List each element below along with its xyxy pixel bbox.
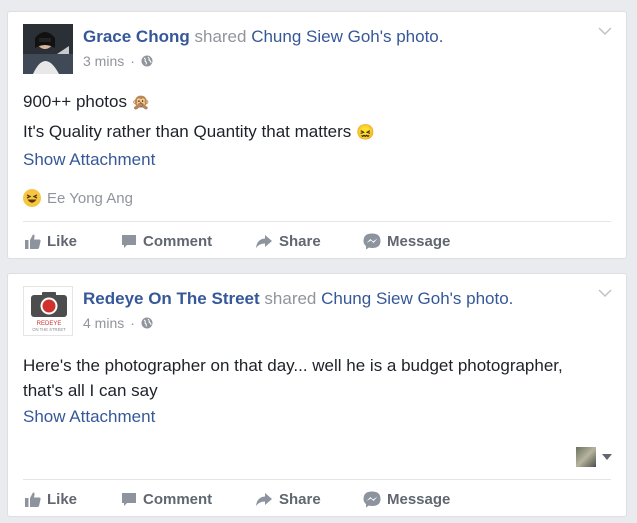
post-header: Grace Chong shared Chung Siew Goh's phot… (23, 23, 614, 75)
like-button[interactable]: Like (25, 491, 77, 508)
avatar[interactable] (23, 24, 73, 74)
comment-icon (122, 234, 136, 248)
target-owner-link[interactable]: Chung Siew Goh (321, 289, 450, 308)
like-label: Like (47, 490, 78, 508)
author-line: Grace Chong shared Chung Siew Goh's phot… (83, 27, 443, 47)
like-button[interactable]: Like (25, 233, 77, 250)
confounded-face-emoji: 😖 (356, 124, 375, 141)
avatar[interactable]: REDEYE ON THE STREET (23, 286, 73, 336)
messenger-icon (363, 233, 381, 249)
shared-verb: shared (264, 289, 317, 308)
caret-down-icon (602, 454, 612, 460)
post-text: Here's the photographer on that day... w… (23, 356, 563, 400)
show-attachment-link[interactable]: Show Attachment (23, 150, 155, 170)
post-card: REDEYE ON THE STREET Redeye On The Stree… (7, 273, 627, 517)
globe-icon[interactable] (141, 55, 153, 67)
user-thumbnail (576, 447, 596, 467)
message-label: Message (387, 232, 451, 250)
share-as-selector[interactable] (576, 447, 612, 467)
globe-icon[interactable] (141, 317, 153, 329)
author-name[interactable]: Grace Chong (83, 27, 190, 46)
message-button[interactable]: Message (363, 491, 450, 508)
separator-dot: · (130, 53, 135, 69)
target-owner-link[interactable]: Chung Siew Goh (251, 27, 380, 46)
like-label: Like (47, 232, 78, 250)
reaction-summary[interactable]: Ee Yong Ang (23, 189, 133, 207)
share-label: Share (279, 490, 321, 508)
comment-button[interactable]: Comment (121, 233, 212, 250)
logo-subtext: ON THE STREET (32, 327, 66, 332)
author-line: Redeye On The Street shared Chung Siew G… (83, 289, 513, 309)
show-attachment-link[interactable]: Show Attachment (23, 407, 155, 427)
post-text-line: 900++ photos (23, 92, 127, 111)
post-card: Grace Chong shared Chung Siew Goh's phot… (7, 11, 627, 259)
post-meta: 4 mins · (83, 315, 153, 331)
haha-reaction-icon (23, 189, 41, 207)
reactor-name[interactable]: Ee Yong Ang (47, 190, 133, 207)
separator-dot: · (130, 315, 135, 331)
messenger-icon (363, 491, 381, 507)
post-meta: 3 mins · (83, 53, 153, 69)
target-photo-link[interactable]: 's photo. (450, 289, 514, 308)
timestamp[interactable]: 3 mins (83, 53, 124, 69)
post-text-line: It's Quality rather than Quantity that m… (23, 122, 352, 141)
share-arrow-icon (256, 234, 272, 248)
thumbs-up-icon (25, 234, 41, 249)
share-button[interactable]: Share (255, 233, 321, 250)
see-no-evil-monkey-emoji: 🙊 (131, 94, 151, 111)
message-label: Message (387, 490, 451, 508)
comment-label: Comment (143, 490, 213, 508)
share-arrow-icon (256, 492, 272, 506)
shared-verb: shared (194, 27, 247, 46)
chevron-down-icon[interactable] (598, 288, 612, 298)
divider (23, 221, 611, 222)
action-bar: Like Comment Share Message (23, 483, 611, 515)
comment-button[interactable]: Comment (121, 491, 212, 508)
action-bar: Like Comment Share Message (23, 225, 611, 257)
message-button[interactable]: Message (363, 233, 450, 250)
thumbs-up-icon (25, 492, 41, 507)
comment-icon (122, 492, 136, 506)
share-button[interactable]: Share (255, 491, 321, 508)
divider (23, 479, 611, 480)
post-header: REDEYE ON THE STREET Redeye On The Stree… (23, 285, 614, 337)
comment-label: Comment (143, 232, 213, 250)
share-label: Share (279, 232, 321, 250)
chevron-down-icon[interactable] (598, 26, 612, 36)
author-name[interactable]: Redeye On The Street (83, 289, 260, 308)
target-photo-link[interactable]: 's photo. (380, 27, 444, 46)
timestamp[interactable]: 4 mins (83, 315, 124, 331)
post-text: 900++ photos 🙊 It's Quality rather than … (23, 89, 606, 145)
